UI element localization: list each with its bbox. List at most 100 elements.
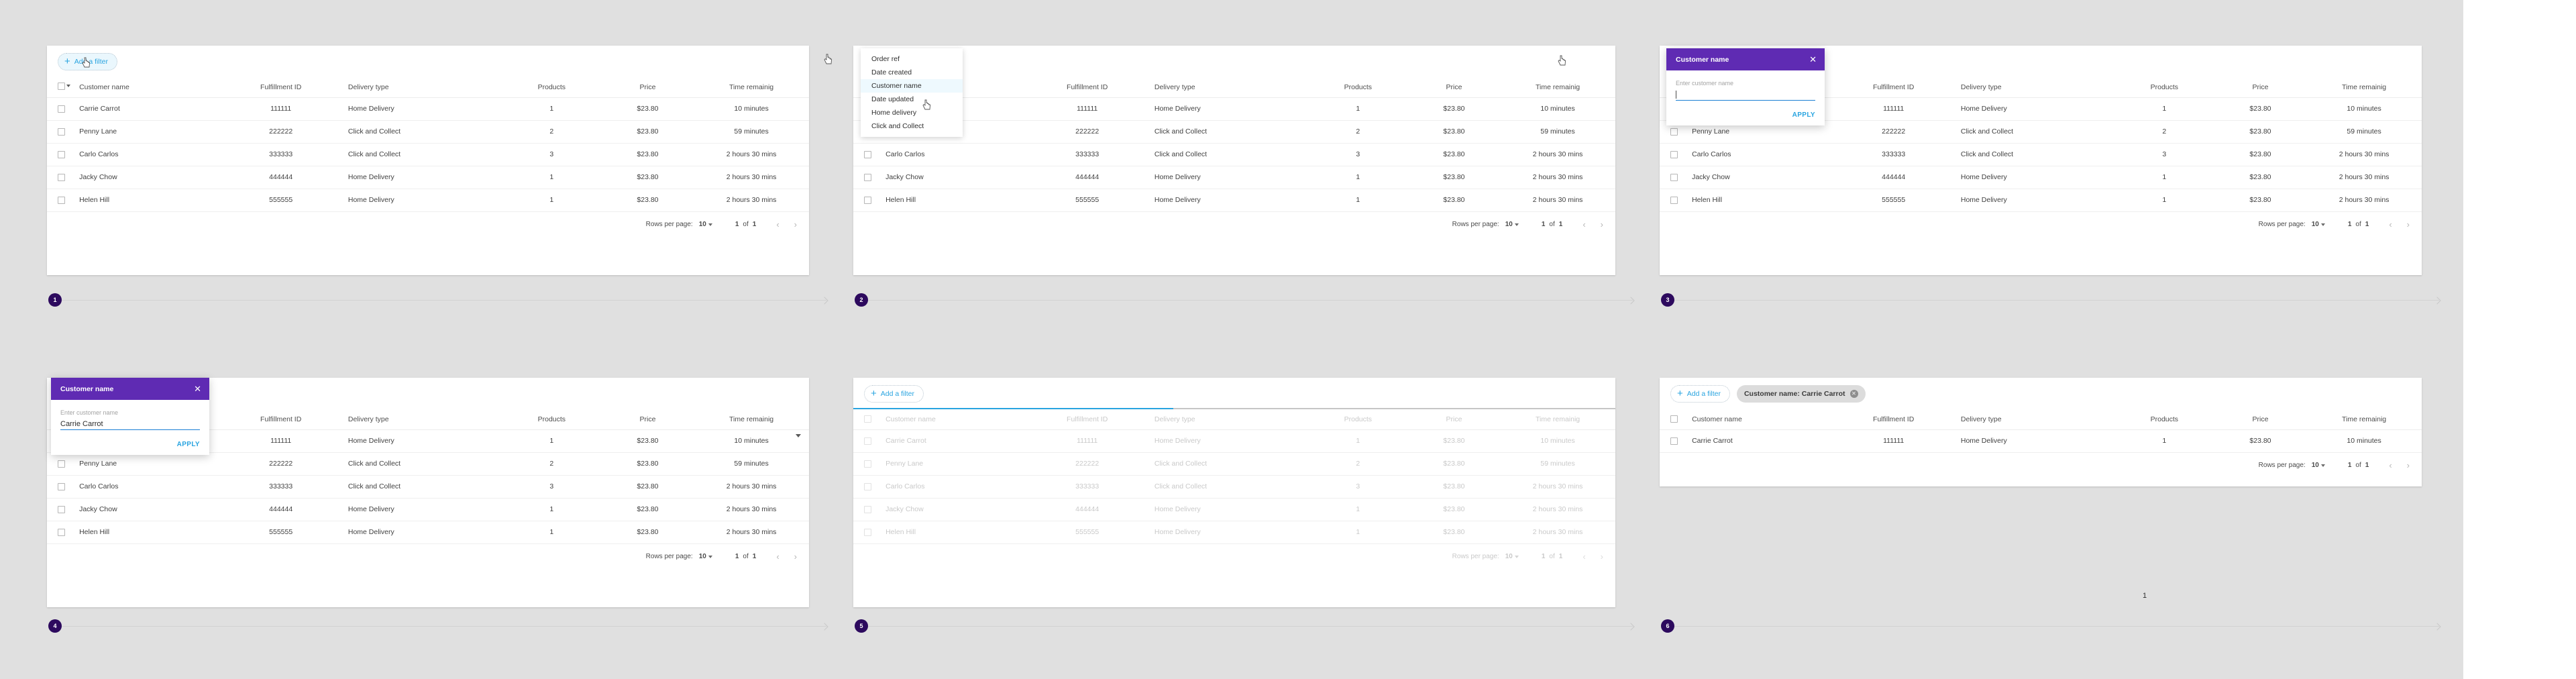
prev-page-icon[interactable]: ‹ [2389,219,2392,229]
column-header-time-remaining[interactable]: Time remainig [2306,409,2422,429]
row-checkbox-cell[interactable] [853,521,885,543]
dropdown-item-date-updated[interactable]: Date updated [861,93,963,106]
table-row[interactable]: Jacky Chow444444Home Delivery1$23.802 ho… [47,166,809,189]
prev-page-icon[interactable]: ‹ [776,552,779,562]
column-header-fulfillment-id[interactable]: Fulfillment ID [1020,77,1154,97]
row-checkbox[interactable] [864,483,871,490]
row-checkbox[interactable] [58,151,65,158]
prev-page-icon[interactable]: ‹ [1582,219,1585,229]
table-row[interactable]: Jacky Chow444444Home Delivery1$23.802 ho… [1660,166,2422,189]
dropdown-item-order-ref[interactable]: Order ref [861,52,963,66]
apply-button[interactable]: APPLY [60,441,200,448]
next-page-icon[interactable]: › [2407,219,2410,229]
select-all-checkbox[interactable] [58,83,65,90]
table-row[interactable]: Carlo Carlos333333Click and Collect3$23.… [47,143,809,166]
table-row[interactable]: Helen Hill555555Home Delivery1$23.802 ho… [853,189,1615,211]
row-checkbox[interactable] [58,506,65,513]
close-icon[interactable]: ✕ [194,384,201,393]
row-checkbox[interactable] [58,529,65,536]
row-checkbox-cell[interactable] [47,143,79,166]
row-checkbox-cell[interactable] [853,166,885,189]
table-row[interactable]: Carlo Carlos333333Click and Collect3$23.… [47,475,809,498]
row-checkbox-cell[interactable] [47,120,79,143]
column-header-fulfillment-id[interactable]: Fulfillment ID [213,409,347,429]
table-row[interactable]: Jacky Chow444444Home Delivery1$23.802 ho… [47,498,809,521]
rows-per-page-chevron-down-icon[interactable] [1515,223,1519,226]
row-checkbox[interactable] [1670,128,1678,136]
close-icon[interactable]: ✕ [1809,55,1817,64]
table-row[interactable]: Penny Lane222222Click and Collect2$23.80… [47,120,809,143]
next-page-icon[interactable]: › [794,219,797,229]
add-filter-button[interactable]: + Add a filter [1670,385,1730,403]
header-chevron-down-icon[interactable] [796,434,801,437]
column-header-fulfillment-id[interactable]: Fulfillment ID [1020,409,1154,429]
chip-close-icon[interactable]: ✕ [1850,390,1858,398]
row-checkbox-cell[interactable] [853,143,885,166]
column-header-price[interactable]: Price [1408,77,1500,97]
column-header-products[interactable]: Products [1308,409,1408,429]
column-header-price[interactable]: Price [602,77,694,97]
table-row[interactable]: Helen Hill555555Home Delivery1$23.802 ho… [47,189,809,211]
select-all-header[interactable] [853,409,885,429]
rows-per-page-chevron-down-icon[interactable] [708,223,712,226]
next-page-icon[interactable]: › [794,552,797,562]
column-header-delivery-type[interactable]: Delivery type [1961,409,2114,429]
column-header-fulfillment-id[interactable]: Fulfillment ID [1826,409,1960,429]
row-checkbox-cell[interactable] [47,452,79,475]
row-checkbox-cell[interactable] [47,166,79,189]
table-row[interactable]: Penny Lane222222Click and Collect2$23.80… [853,452,1615,475]
row-checkbox[interactable] [864,151,871,158]
row-checkbox[interactable] [58,174,65,181]
table-row[interactable]: Helen Hill555555Home Delivery1$23.802 ho… [853,521,1615,543]
table-row[interactable]: Carrie Carrot111111Home Delivery1$23.801… [853,97,1615,120]
row-checkbox-cell[interactable] [47,498,79,521]
column-header-time-remaining[interactable]: Time remainig [694,409,809,429]
row-checkbox[interactable] [864,437,871,445]
rows-per-page-value[interactable]: 10 [699,553,706,560]
customer-name-input[interactable]: Carrie Carrot [60,419,200,430]
row-checkbox-cell[interactable] [853,452,885,475]
column-header-customer-name[interactable]: Customer name [885,409,1020,429]
rows-per-page-chevron-down-icon[interactable] [708,556,712,558]
row-checkbox[interactable] [864,460,871,468]
row-checkbox[interactable] [58,128,65,136]
column-header-products[interactable]: Products [1308,77,1408,97]
column-header-time-remaining[interactable]: Time remainig [2306,77,2422,97]
customer-name-input[interactable] [1676,89,1815,101]
row-checkbox[interactable] [1670,174,1678,181]
add-filter-button[interactable]: + Add a filter [864,385,924,403]
apply-button[interactable]: APPLY [1676,111,1815,119]
column-header-price[interactable]: Price [2214,77,2306,97]
row-checkbox-cell[interactable] [47,189,79,211]
column-header-customer-name[interactable]: Customer name [1692,409,1826,429]
row-checkbox-cell[interactable] [47,521,79,543]
next-page-icon[interactable]: › [1601,552,1603,562]
column-header-products[interactable]: Products [2114,77,2214,97]
next-page-icon[interactable]: › [1601,219,1603,229]
column-header-delivery-type[interactable]: Delivery type [348,409,502,429]
filter-field-dropdown[interactable]: Order refDate createdCustomer nameDate u… [861,48,963,137]
active-filter-chip[interactable]: Customer name: Carrie Carrot ✕ [1737,385,1866,403]
row-checkbox-cell[interactable] [853,475,885,498]
row-checkbox-cell[interactable] [853,498,885,521]
add-filter-button[interactable]: + Add a filter [58,53,117,70]
row-checkbox[interactable] [864,529,871,536]
dropdown-item-date-created[interactable]: Date created [861,66,963,79]
select-all-header[interactable] [47,77,79,97]
table-row[interactable]: Carrie Carrot111111Home Delivery1$23.801… [853,429,1615,452]
row-checkbox-cell[interactable] [47,97,79,120]
row-checkbox[interactable] [58,197,65,204]
row-checkbox[interactable] [58,460,65,468]
chevron-down-icon[interactable] [66,85,70,87]
rows-per-page-value[interactable]: 10 [1505,553,1513,560]
column-header-price[interactable]: Price [1408,409,1500,429]
column-header-time-remaining[interactable]: Time remainig [1500,409,1615,429]
column-header-time-remaining[interactable]: Time remainig [694,77,809,97]
rows-per-page-chevron-down-icon[interactable] [1515,556,1519,558]
column-header-fulfillment-id[interactable]: Fulfillment ID [213,77,347,97]
row-checkbox-cell[interactable] [853,429,885,452]
column-header-customer-name[interactable]: Customer name [79,77,213,97]
dropdown-item-click-and-collect[interactable]: Click and Collect [861,119,963,133]
rows-per-page-value[interactable]: 10 [699,221,706,228]
column-header-delivery-type[interactable]: Delivery type [1155,77,1308,97]
